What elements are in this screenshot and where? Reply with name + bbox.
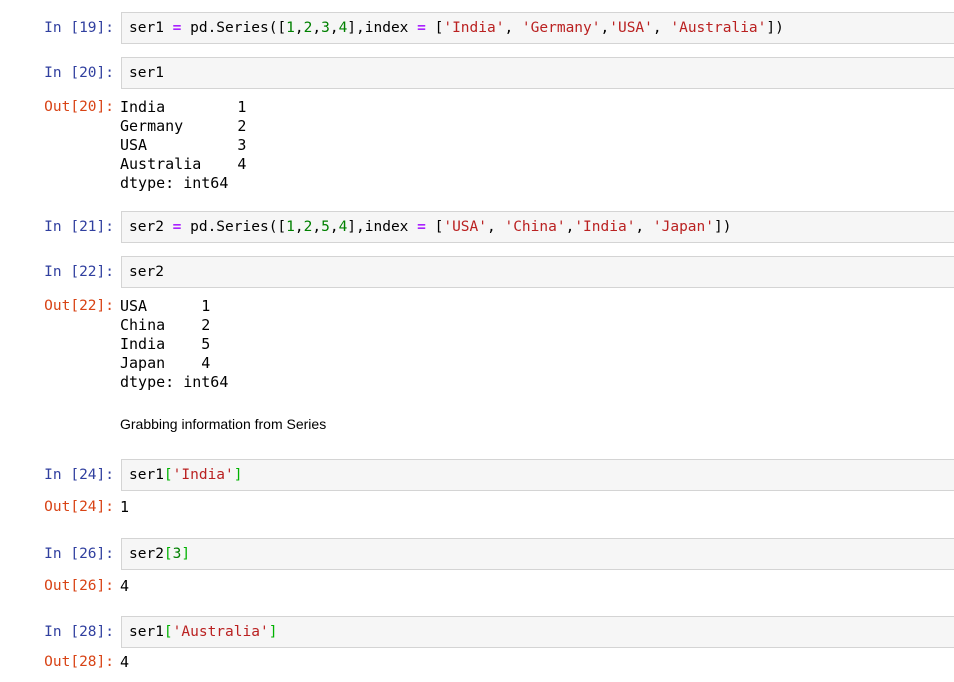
- notebook-cell-in20: In [20]: ser1: [0, 57, 954, 89]
- code-line: ser2: [129, 262, 947, 282]
- code-line: ser1 = pd.Series([1,2,3,4],index = ['Ind…: [129, 18, 947, 38]
- input-prompt: In [22]:: [0, 256, 114, 282]
- code-editor-in24[interactable]: ser1['India']: [121, 459, 954, 491]
- notebook-output-out22: Out[22]: USA 1 China 2 India 5 Japan 4 d…: [0, 297, 954, 392]
- notebook-output-out20: Out[20]: India 1 Germany 2 USA 3 Austral…: [0, 98, 954, 193]
- code-line: ser1['India']: [129, 465, 947, 485]
- input-prompt: In [24]:: [0, 459, 114, 485]
- input-prompt: In [21]:: [0, 211, 114, 237]
- notebook-cell-in28: In [28]: ser1['Australia']: [0, 616, 954, 648]
- markdown-text: Grabbing information from Series: [120, 415, 954, 433]
- notebook-cell-in19: In [19]: ser1 = pd.Series([1,2,3,4],inde…: [0, 12, 954, 44]
- code-editor-in21[interactable]: ser2 = pd.Series([1,2,5,4],index = ['USA…: [121, 211, 954, 243]
- notebook-output-out28: Out[28]: 4: [0, 653, 954, 672]
- notebook-cell-in24: In [24]: ser1['India']: [0, 459, 954, 491]
- output-text: USA 1 China 2 India 5 Japan 4 dtype: int…: [120, 297, 954, 392]
- output-prompt: Out[20]:: [0, 98, 114, 117]
- output-prompt: Out[28]:: [0, 653, 114, 672]
- code-editor-in26[interactable]: ser2[3]: [121, 538, 954, 570]
- output-area: India 1 Germany 2 USA 3 Australia 4 dtyp…: [114, 98, 954, 193]
- output-text: 4: [120, 577, 954, 596]
- output-area: 4: [114, 653, 954, 672]
- code-editor-in19[interactable]: ser1 = pd.Series([1,2,3,4],index = ['Ind…: [121, 12, 954, 44]
- input-prompt: In [20]:: [0, 57, 114, 83]
- code-line: ser2 = pd.Series([1,2,5,4],index = ['USA…: [129, 217, 947, 237]
- output-text: 4: [120, 653, 954, 672]
- notebook: In [19]: ser1 = pd.Series([1,2,3,4],inde…: [0, 12, 954, 672]
- input-prompt: In [19]:: [0, 12, 114, 38]
- notebook-cell-in22: In [22]: ser2: [0, 256, 954, 288]
- code-editor-in20[interactable]: ser1: [121, 57, 954, 89]
- markdown-body: Grabbing information from Series: [114, 415, 954, 433]
- notebook-output-out26: Out[26]: 4: [0, 577, 954, 596]
- output-text: 1: [120, 498, 954, 517]
- notebook-cell-in21: In [21]: ser2 = pd.Series([1,2,5,4],inde…: [0, 211, 954, 243]
- code-editor-in28[interactable]: ser1['Australia']: [121, 616, 954, 648]
- output-prompt: Out[26]:: [0, 577, 114, 596]
- notebook-cell-markdown[interactable]: Grabbing information from Series: [0, 415, 954, 433]
- output-prompt: Out[22]:: [0, 297, 114, 316]
- output-text: India 1 Germany 2 USA 3 Australia 4 dtyp…: [120, 98, 954, 193]
- code-line: ser2[3]: [129, 544, 947, 564]
- output-prompt: Out[24]:: [0, 498, 114, 517]
- code-line: ser1: [129, 63, 947, 83]
- output-area: 1: [114, 498, 954, 517]
- input-prompt: In [26]:: [0, 538, 114, 564]
- input-prompt: In [28]:: [0, 616, 114, 642]
- output-area: USA 1 China 2 India 5 Japan 4 dtype: int…: [114, 297, 954, 392]
- code-editor-in22[interactable]: ser2: [121, 256, 954, 288]
- code-line: ser1['Australia']: [129, 622, 947, 642]
- notebook-output-out24: Out[24]: 1: [0, 498, 954, 517]
- output-area: 4: [114, 577, 954, 596]
- notebook-cell-in26: In [26]: ser2[3]: [0, 538, 954, 570]
